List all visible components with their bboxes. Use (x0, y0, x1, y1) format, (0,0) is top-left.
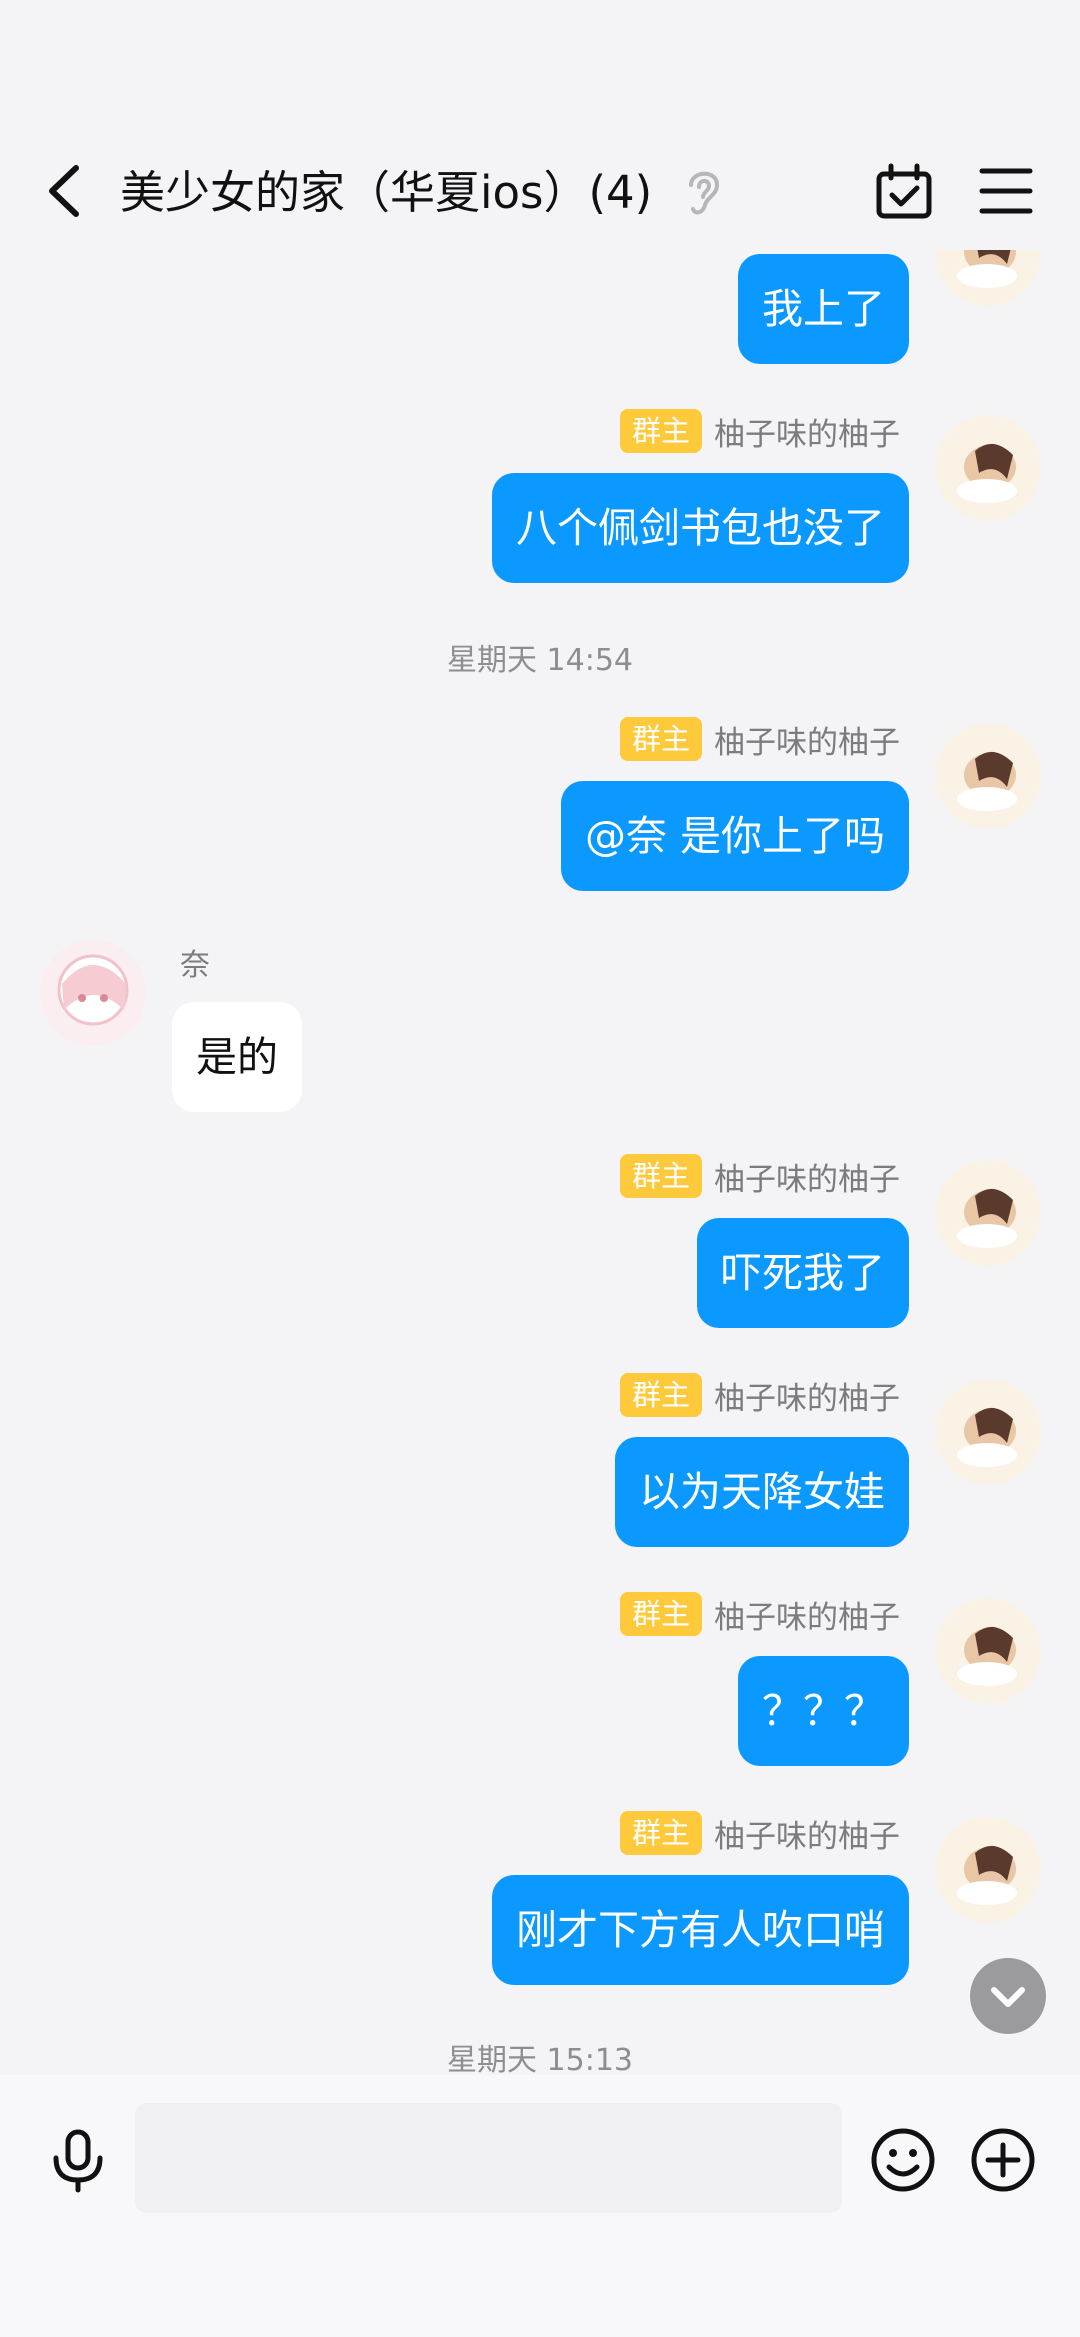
message-bubble[interactable]: 是的 (172, 1002, 302, 1112)
avatar-image (957, 1845, 1017, 1905)
group-task-button[interactable] (874, 162, 934, 222)
avatar[interactable] (935, 723, 1041, 829)
sender-name[interactable]: 奈 (180, 940, 210, 984)
message-bubble[interactable]: 八个佩剑书包也没了 (492, 473, 909, 583)
sender-meta: 群主 柚子味的柚子 (619, 1591, 900, 1637)
voice-button[interactable] (48, 2128, 108, 2194)
timestamp: 星期天 15:13 (447, 2043, 633, 2075)
owner-badge: 群主 (619, 1811, 702, 1855)
chevron-down-icon (991, 1987, 1025, 2007)
sender-meta: 群主 柚子味的柚子 (619, 1153, 900, 1199)
avatar[interactable] (935, 1160, 1041, 1266)
owner-badge: 群主 (619, 717, 702, 761)
microphone-icon (53, 2129, 103, 2193)
menu-icon (979, 168, 1033, 214)
sender-name[interactable]: 柚子味的柚子 (714, 1811, 900, 1856)
avatar[interactable] (935, 1817, 1041, 1923)
scroll-to-bottom-button[interactable] (970, 1958, 1046, 2034)
avatar-image (957, 1188, 1017, 1248)
calendar-check-icon (876, 163, 932, 219)
back-button[interactable] (40, 158, 90, 224)
sender-name[interactable]: 柚子味的柚子 (714, 409, 900, 454)
avatar-image (57, 954, 129, 1026)
sender-name[interactable]: 柚子味的柚子 (714, 717, 900, 762)
avatar-image (957, 443, 1017, 503)
back-icon (49, 165, 79, 217)
sender-meta: 群主 柚子味的柚子 (619, 1372, 900, 1418)
timestamp: 星期天 14:54 (447, 643, 633, 678)
message-input[interactable] (135, 2103, 842, 2213)
owner-badge: 群主 (619, 409, 702, 453)
sender-name[interactable]: 柚子味的柚子 (714, 1592, 900, 1637)
avatar-image (957, 1407, 1017, 1467)
message-bubble[interactable]: ？？？ (738, 1656, 909, 1766)
avatar-image (957, 751, 1017, 811)
avatar-image (957, 250, 1017, 288)
menu-button[interactable] (978, 165, 1034, 217)
avatar[interactable] (40, 940, 146, 1046)
sender-meta: 群主 柚子味的柚子 (619, 1810, 900, 1856)
owner-badge: 群主 (619, 1592, 702, 1636)
avatar[interactable] (935, 1379, 1041, 1485)
ear-icon[interactable] (683, 165, 725, 219)
sender-name[interactable]: 柚子味的柚子 (714, 1154, 900, 1199)
owner-badge: 群主 (619, 1154, 702, 1198)
sender-meta: 群主 柚子味的柚子 (619, 408, 900, 454)
owner-badge: 群主 (619, 1373, 702, 1417)
sender-name[interactable]: 柚子味的柚子 (714, 1373, 900, 1418)
message-bubble[interactable]: 我上了 (738, 254, 909, 364)
avatar[interactable] (935, 415, 1041, 521)
plus-circle-icon (971, 2128, 1035, 2192)
chat-title[interactable]: 美少女的家（华夏ios）(4) (120, 158, 652, 228)
emoji-button[interactable] (870, 2127, 936, 2193)
message-list[interactable]: 我上了 群主 柚子味的柚子 八个佩剑书包也没了 星期天 14:54 群主 柚子味… (0, 250, 1080, 2075)
avatar[interactable] (935, 250, 1041, 306)
message-bubble[interactable]: @奈 是你上了吗 (560, 781, 909, 891)
smile-icon (871, 2128, 935, 2192)
message-bubble[interactable]: 以为天降女娃 (615, 1437, 909, 1547)
avatar-image (957, 1626, 1017, 1686)
avatar[interactable] (935, 1598, 1041, 1704)
message-bubble[interactable]: 吓死我了 (697, 1218, 909, 1328)
message-bubble[interactable]: 刚才下方有人吹口哨 (492, 1875, 909, 1985)
sender-meta: 群主 柚子味的柚子 (619, 716, 900, 762)
more-button[interactable] (970, 2127, 1036, 2193)
